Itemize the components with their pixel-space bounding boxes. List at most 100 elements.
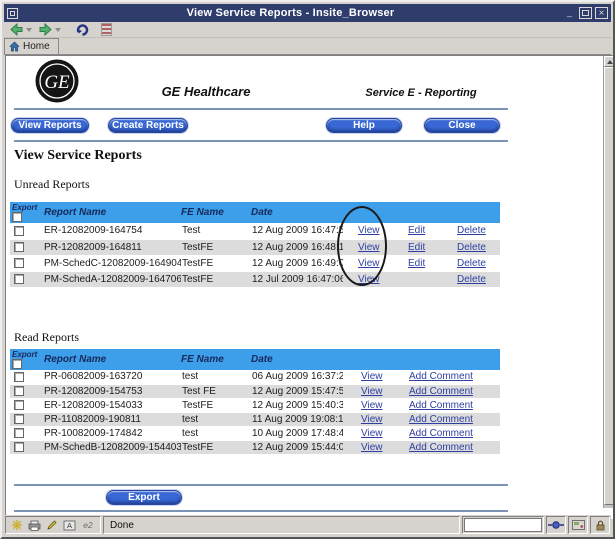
row-export-checkbox[interactable] <box>14 428 24 438</box>
row-export-checkbox[interactable] <box>14 242 24 252</box>
text-size-icon[interactable]: A <box>63 520 76 531</box>
plug-icon[interactable] <box>548 520 564 530</box>
divider <box>14 484 508 486</box>
delete-link[interactable]: Delete <box>457 258 486 269</box>
maximize-button[interactable] <box>579 7 592 19</box>
view-link[interactable]: View <box>358 258 380 269</box>
card-icon[interactable] <box>572 520 585 530</box>
statusbar-card-panel <box>568 516 588 534</box>
unread-report-row: PR-12082009-164811TestFE12 Aug 2009 16:4… <box>10 239 500 255</box>
add-comment-link[interactable]: Add Comment <box>409 414 473 425</box>
view-reports-button[interactable]: View Reports <box>11 118 89 133</box>
forward-button[interactable] <box>37 23 62 36</box>
window-menu-icon[interactable] <box>7 8 18 19</box>
view-link[interactable]: View <box>361 442 383 453</box>
svg-text:e2: e2 <box>83 520 93 530</box>
lock-icon[interactable] <box>595 520 606 531</box>
add-comment-link[interactable]: Add Comment <box>409 386 473 397</box>
divider <box>14 140 508 142</box>
read-table-header: Export Report Name FE Name Date <box>10 349 500 370</box>
scroll-up-button[interactable] <box>604 56 615 67</box>
view-link[interactable]: View <box>361 428 383 439</box>
forward-dropdown-icon[interactable] <box>55 28 61 32</box>
select-all-checkbox[interactable] <box>12 212 22 222</box>
unread-reports-table: Export Report Name FE Name Date ER-12082… <box>10 202 500 288</box>
ge-logo: GE <box>34 58 80 104</box>
view-link[interactable]: View <box>361 386 383 397</box>
report-name: PR-12082009-154753 <box>36 384 181 398</box>
close-button[interactable]: × <box>595 7 608 19</box>
report-name: ER-12082009-154033 <box>36 398 181 412</box>
view-link[interactable]: View <box>358 225 380 236</box>
report-name: PR-11082009-190811 <box>36 412 181 426</box>
edit-pencil-icon[interactable] <box>46 519 58 531</box>
read-report-row: PR-12082009-154753Test FE12 Aug 2009 15:… <box>10 384 500 398</box>
fe-name-column-header: FE Name <box>181 349 251 370</box>
edit-link[interactable]: Edit <box>408 242 425 253</box>
select-all-checkbox[interactable] <box>12 359 22 369</box>
row-export-checkbox[interactable] <box>14 414 24 424</box>
fe-name: TestFE <box>181 271 251 287</box>
add-comment-link[interactable]: Add Comment <box>409 442 473 453</box>
delete-link[interactable]: Delete <box>457 274 486 285</box>
printer-icon[interactable] <box>28 520 41 531</box>
fe-name: Test FE <box>181 384 251 398</box>
date-column-header: Date <box>251 202 343 223</box>
list-stripes-icon[interactable] <box>101 23 112 36</box>
delete-link[interactable]: Delete <box>457 225 486 236</box>
report-name: ER-12082009-164754 <box>36 223 181 239</box>
row-export-checkbox[interactable] <box>14 226 24 236</box>
help-button[interactable]: Help <box>326 118 402 133</box>
divider <box>14 510 508 512</box>
row-export-checkbox[interactable] <box>14 274 24 284</box>
sparkle-icon[interactable] <box>11 519 23 531</box>
read-report-row: PR-06082009-163720test06 Aug 2009 16:37:… <box>10 370 500 384</box>
statusbar-status-panel: Done <box>103 516 460 534</box>
report-date: 10 Aug 2009 17:48:42 <box>251 426 343 440</box>
tab-home-label: Home <box>23 41 50 52</box>
back-button[interactable] <box>8 23 33 36</box>
page-title: View Service Reports <box>14 148 142 164</box>
back-dropdown-icon[interactable] <box>26 28 32 32</box>
create-reports-button[interactable]: Create Reports <box>108 118 188 133</box>
close-page-button[interactable]: Close <box>424 118 500 133</box>
export-column-label: Export <box>10 202 36 212</box>
statusbar-address-input[interactable] <box>464 518 542 532</box>
unread-report-row: PM-SchedC-12082009-164904TestFE12 Aug 20… <box>10 255 500 271</box>
add-comment-link[interactable]: Add Comment <box>409 371 473 382</box>
view-link[interactable]: View <box>361 371 383 382</box>
reload-button[interactable] <box>74 23 91 37</box>
tab-home[interactable]: Home <box>4 38 59 54</box>
export-column-label: Export <box>10 349 36 359</box>
add-comment-link[interactable]: Add Comment <box>409 428 473 439</box>
page-content: GE GE Healthcare Service E - Reporting V… <box>6 56 604 520</box>
delete-link[interactable]: Delete <box>457 242 486 253</box>
statusbar-plug-panel <box>546 516 566 534</box>
back-arrow-icon <box>9 23 24 36</box>
export-button[interactable]: Export <box>106 490 182 505</box>
add-comment-link[interactable]: Add Comment <box>409 400 473 411</box>
row-export-checkbox[interactable] <box>14 400 24 410</box>
row-export-checkbox[interactable] <box>14 442 24 452</box>
vertical-scrollbar[interactable] <box>603 56 614 508</box>
app-title: Service E - Reporting <box>336 87 506 99</box>
edit-link[interactable]: Edit <box>408 225 425 236</box>
fe-name: TestFE <box>181 440 251 454</box>
statusbar-address-panel <box>462 516 544 534</box>
status-text: Done <box>110 520 134 531</box>
row-export-checkbox[interactable] <box>14 258 24 268</box>
row-export-checkbox[interactable] <box>14 372 24 382</box>
edit-link[interactable]: Edit <box>408 258 425 269</box>
view-link[interactable]: View <box>361 414 383 425</box>
row-export-checkbox[interactable] <box>14 386 24 396</box>
report-name: PR-10082009-174842 <box>36 426 181 440</box>
unread-report-row: PM-SchedA-12082009-164706TestFE12 Jul 20… <box>10 271 500 287</box>
encoding-icon[interactable]: e2 <box>81 520 95 530</box>
scrollbar-thumb[interactable] <box>604 67 615 505</box>
view-link[interactable]: View <box>358 242 380 253</box>
view-link[interactable]: View <box>361 400 383 411</box>
forward-arrow-icon <box>38 23 53 36</box>
unread-report-row: ER-12082009-164754Test12 Aug 2009 16:47:… <box>10 223 500 239</box>
view-link[interactable]: View <box>358 274 380 285</box>
minimize-button[interactable]: _ <box>563 7 576 19</box>
